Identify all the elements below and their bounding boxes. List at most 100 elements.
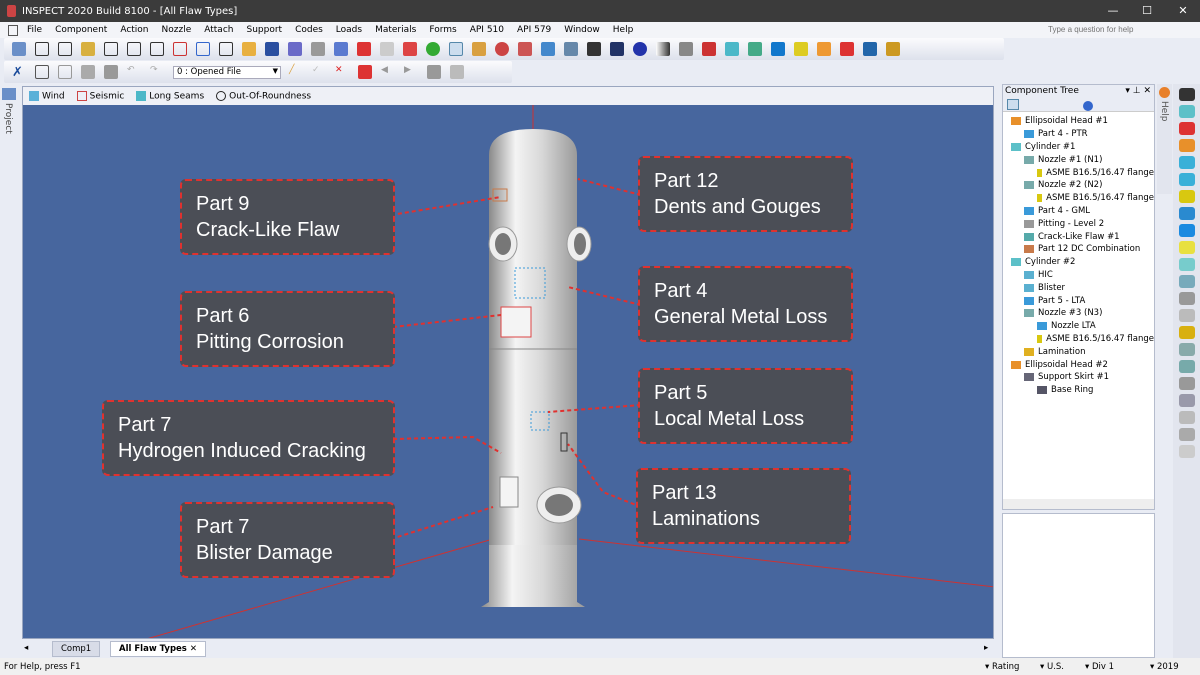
pdf-icon[interactable]: [357, 42, 371, 56]
p1-icon[interactable]: [173, 42, 187, 56]
division-selector[interactable]: ▾ Div 1: [1085, 662, 1114, 672]
tree-node[interactable]: Blister: [1003, 281, 1154, 294]
tab-scroll-left[interactable]: ◂: [24, 643, 28, 653]
palette-component-icon[interactable]: [1178, 190, 1195, 203]
horizontal-scrollbar[interactable]: [1003, 499, 1154, 509]
help-search-input[interactable]: [1048, 23, 1160, 36]
pencil-icon[interactable]: ╱: [289, 65, 303, 79]
tree-node[interactable]: Part 12 DC Combination: [1003, 243, 1154, 256]
tree-node[interactable]: ASME B16.5/16.47 flange: [1003, 166, 1154, 179]
palette-component-icon[interactable]: [1178, 122, 1195, 135]
palette-component-icon[interactable]: [1178, 360, 1195, 373]
menu-file[interactable]: File: [27, 25, 42, 35]
page2-icon[interactable]: [58, 42, 72, 56]
stack-icon[interactable]: [81, 65, 95, 79]
zoom-icon[interactable]: [472, 42, 486, 56]
redo-icon[interactable]: ↷: [150, 65, 164, 79]
list-icon[interactable]: [58, 65, 72, 79]
flaw-icon[interactable]: [587, 42, 601, 56]
menu-attach[interactable]: Attach: [204, 25, 233, 35]
t-icon[interactable]: [219, 42, 233, 56]
palette-component-icon[interactable]: [1178, 156, 1195, 169]
axes-icon[interactable]: [679, 42, 693, 56]
h2-icon[interactable]: [127, 42, 141, 56]
undo-icon[interactable]: ↶: [127, 65, 141, 79]
tree-node[interactable]: Part 4 - PTR: [1003, 128, 1154, 141]
palette-component-icon[interactable]: [1178, 292, 1195, 305]
tree-node[interactable]: Support Skirt #1: [1003, 371, 1154, 384]
forward-icon[interactable]: ▶: [404, 65, 418, 79]
cylinder-icon[interactable]: [725, 42, 739, 56]
palette-component-icon[interactable]: [1178, 105, 1195, 118]
palette-component-icon[interactable]: [1178, 275, 1195, 288]
tree-node[interactable]: Cylinder #2: [1003, 256, 1154, 269]
check-icon[interactable]: ✓: [312, 65, 326, 79]
arrow-icon[interactable]: [610, 42, 624, 56]
tree-node[interactable]: Nozzle #3 (N3): [1003, 307, 1154, 320]
project-icon[interactable]: [2, 88, 16, 100]
menu-component[interactable]: Component: [55, 25, 107, 35]
home-icon[interactable]: [427, 65, 441, 79]
view-cube-icon[interactable]: [564, 42, 578, 56]
tab-comp1[interactable]: Comp1: [52, 641, 101, 657]
search-icon[interactable]: [1007, 99, 1019, 110]
help-icon[interactable]: [1083, 101, 1093, 111]
valve-icon[interactable]: [863, 42, 877, 56]
rating-selector[interactable]: ▾ Rating: [985, 662, 1019, 672]
report-icon[interactable]: [334, 42, 348, 56]
tree-node[interactable]: Ellipsoidal Head #1: [1003, 115, 1154, 128]
menu-codes[interactable]: Codes: [295, 25, 323, 35]
menu-support[interactable]: Support: [246, 25, 282, 35]
cancel-icon[interactable]: ✕: [335, 65, 349, 79]
menu-nozzle[interactable]: Nozzle: [162, 25, 192, 35]
tree-node[interactable]: Nozzle LTA: [1003, 320, 1154, 333]
tab-all-flaw-types[interactable]: All Flaw Types ✕: [110, 641, 206, 657]
s-icon[interactable]: [150, 42, 164, 56]
palette-component-icon[interactable]: [1178, 241, 1195, 254]
pan-icon[interactable]: [449, 42, 463, 56]
tree-node[interactable]: Ellipsoidal Head #2: [1003, 358, 1154, 371]
paint-icon[interactable]: [518, 42, 532, 56]
p2-icon[interactable]: [196, 42, 210, 56]
menu-api510[interactable]: API 510: [470, 25, 504, 35]
calculator-icon[interactable]: [450, 65, 464, 79]
history-select[interactable]: 0 : Opened File ▼: [173, 65, 281, 79]
tree-node[interactable]: Lamination: [1003, 345, 1154, 358]
f3-icon[interactable]: [426, 42, 440, 56]
menu-loads[interactable]: Loads: [336, 25, 362, 35]
palette-component-icon[interactable]: [1178, 411, 1195, 424]
tree-node[interactable]: ASME B16.5/16.47 flange: [1003, 192, 1154, 205]
save-icon[interactable]: [265, 42, 279, 56]
palette-component-icon[interactable]: [1178, 88, 1195, 101]
menu-help[interactable]: Help: [613, 25, 634, 35]
close-tab-icon[interactable]: ✕: [190, 644, 197, 654]
close-button[interactable]: ✕: [1166, 0, 1200, 22]
tab-scroll-right[interactable]: ▸: [984, 643, 988, 653]
menu-materials[interactable]: Materials: [375, 25, 416, 35]
help-icon[interactable]: [1159, 87, 1170, 98]
excel-icon[interactable]: [380, 42, 394, 56]
tree-node[interactable]: Pitting - Level 2: [1003, 217, 1154, 230]
new-icon[interactable]: [12, 42, 26, 56]
3d-icon[interactable]: [702, 42, 716, 56]
palette-component-icon[interactable]: [1178, 343, 1195, 356]
palette-component-icon[interactable]: [1178, 207, 1195, 220]
print-icon[interactable]: [311, 42, 325, 56]
palette-component-icon[interactable]: [1178, 377, 1195, 390]
cone-icon[interactable]: [771, 42, 785, 56]
palette-component-icon[interactable]: [1178, 394, 1195, 407]
menu-forms[interactable]: Forms: [429, 25, 456, 35]
palette-component-icon[interactable]: [1178, 428, 1195, 441]
page1-icon[interactable]: [35, 42, 49, 56]
tree-node[interactable]: Part 5 - LTA: [1003, 294, 1154, 307]
project-tab[interactable]: Project: [3, 103, 13, 134]
at-icon[interactable]: [633, 42, 647, 56]
wand-icon[interactable]: [81, 42, 95, 56]
palette-component-icon[interactable]: [1178, 139, 1195, 152]
tree-node[interactable]: Base Ring: [1003, 384, 1154, 397]
menu-api579[interactable]: API 579: [517, 25, 551, 35]
import-icon[interactable]: [358, 65, 372, 79]
tank-icon[interactable]: [840, 42, 854, 56]
head-icon[interactable]: [817, 42, 831, 56]
panel-controls[interactable]: ▾ ⊥ ✕: [1125, 85, 1151, 98]
